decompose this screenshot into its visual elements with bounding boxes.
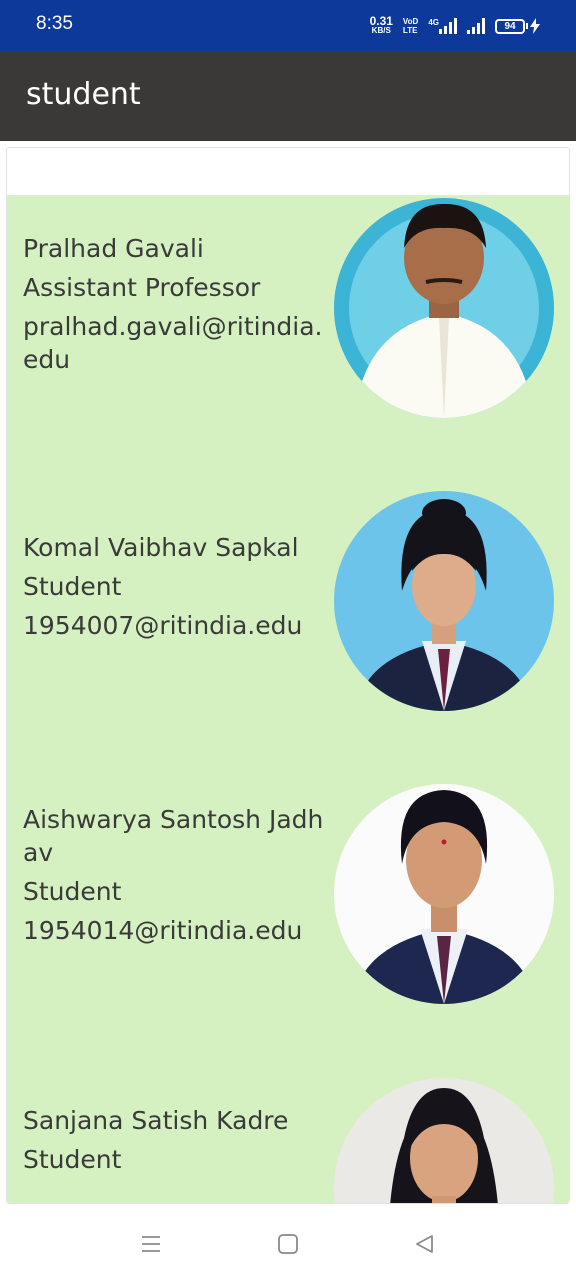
person-info: Pralhad Gavali Assistant Professor pralh… (23, 232, 335, 382)
list-item[interactable]: Aishwarya Santosh Jadhav Student 1954014… (7, 782, 569, 1014)
person-email: 1954007@ritindia.edu (23, 611, 303, 640)
person-name: Aishwarya Santosh Jadhav (23, 805, 324, 867)
person-role: Student (23, 1145, 122, 1174)
home-square-icon[interactable] (276, 1232, 300, 1256)
volte-icon: VoD LTE (403, 17, 418, 35)
profile-photo (334, 198, 554, 418)
app-bar: student (0, 51, 576, 141)
volte-top-label: VoD (402, 17, 419, 26)
battery-level: 94 (495, 18, 525, 34)
page-title: student (26, 77, 141, 112)
status-icons: 0.31 KB/S VoD LTE 4G 94 (370, 14, 540, 38)
charging-icon (530, 18, 540, 34)
navigation-bar (0, 1206, 576, 1280)
list-item[interactable]: Pralhad Gavali Assistant Professor pralh… (7, 196, 569, 428)
person-name: Sanjana Satish Kadre (23, 1106, 289, 1135)
person-info: Aishwarya Santosh Jadhav Student 1954014… (23, 803, 335, 953)
list-item[interactable]: Komal Vaibhav Sapkal Student 1954007@rit… (7, 489, 569, 721)
signal-icon (467, 18, 485, 34)
person-role: Student (23, 572, 122, 601)
recents-menu-icon[interactable] (139, 1232, 163, 1256)
network-type-label: 4G (428, 18, 439, 27)
status-bar: 8:35 0.31 KB/S VoD LTE 4G 94 (0, 0, 576, 51)
network-speed-value: 0.31 (369, 14, 393, 28)
back-triangle-icon[interactable] (413, 1232, 437, 1256)
person-email: pralhad.gavali@ritindia.edu (23, 312, 323, 374)
people-list[interactable]: Pralhad Gavali Assistant Professor pralh… (7, 196, 569, 1203)
signal-4g-icon: 4G (428, 18, 457, 34)
person-info: Sanjana Satish Kadre Student (23, 1104, 335, 1182)
content-header (7, 148, 569, 196)
battery-icon: 94 (495, 18, 540, 34)
person-role: Assistant Professor (23, 273, 261, 302)
person-info: Komal Vaibhav Sapkal Student 1954007@rit… (23, 531, 335, 648)
network-speed: 0.31 KB/S (369, 14, 393, 35)
list-item[interactable]: Sanjana Satish Kadre Student (7, 1076, 569, 1203)
network-speed-unit: KB/S (371, 26, 391, 35)
profile-photo (334, 1078, 554, 1203)
person-name: Pralhad Gavali (23, 234, 204, 263)
person-role: Student (23, 877, 122, 906)
volte-bottom-label: LTE (402, 26, 418, 35)
content-card[interactable]: Pralhad Gavali Assistant Professor pralh… (6, 147, 570, 1204)
person-email: 1954014@ritindia.edu (23, 916, 303, 945)
profile-photo (334, 784, 554, 1004)
status-time: 8:35 (36, 13, 73, 34)
profile-photo (334, 491, 554, 711)
person-name: Komal Vaibhav Sapkal (23, 533, 299, 562)
